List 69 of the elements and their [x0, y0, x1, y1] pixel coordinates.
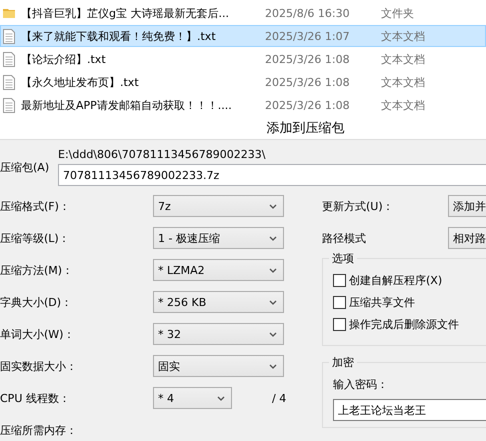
option-checkbox[interactable]: 创建自解压程序(X) — [333, 273, 486, 288]
field-label: 压缩格式(F)： — [0, 198, 71, 214]
path-mode-label: 路径模式 — [322, 230, 367, 246]
dropdown[interactable]: * 32 — [153, 323, 284, 345]
dropdown[interactable]: 固实 — [153, 355, 284, 377]
file-type: 文本文档 — [381, 74, 425, 90]
file-date: 2025/8/6 16:30 — [265, 6, 351, 20]
text-file-icon — [3, 74, 15, 90]
chevron-down-icon — [269, 204, 277, 208]
option-label: 操作完成后删除源文件 — [349, 317, 459, 332]
file-date: 2025/3/26 1:08 — [265, 76, 351, 88]
chevron-down-icon — [217, 396, 225, 400]
file-name: 最新地址及APP请发邮箱自动获取！！！.... — [20, 98, 233, 112]
checkbox[interactable] — [333, 318, 346, 331]
option-checkbox[interactable]: 压缩共享文件 — [333, 295, 486, 310]
chevron-down-icon — [269, 364, 277, 368]
update-mode-dropdown[interactable]: 添加并 — [448, 195, 486, 217]
field-label: 压缩等级(L)： — [0, 230, 71, 246]
file-row[interactable]: 【永久地址发布页】.txt 2025/3/26 1:08 文本文档 — [0, 71, 486, 93]
archive-label: 压缩包(A) — [0, 160, 50, 174]
field-label: 固实数据大小： — [0, 358, 78, 374]
dropdown[interactable]: * 256 KB — [153, 291, 284, 313]
field-label: CPU 线程数： — [0, 390, 71, 406]
file-name: 【论坛介绍】.txt — [20, 52, 107, 66]
file-row[interactable]: 【来了就能下载和观看！纯免费！】.txt 2025/3/26 1:07 文本文档 — [0, 25, 486, 47]
file-name: 【抖音巨乳】芷仪g宝 大诗瑶最新无套后... — [20, 6, 230, 20]
thread-count: / 4 — [272, 392, 286, 404]
chevron-down-icon — [269, 300, 277, 304]
file-date: 2025/3/26 1:07 — [265, 30, 351, 42]
text-file-icon — [3, 52, 15, 66]
file-date: 2025/3/26 1:08 — [265, 52, 351, 66]
field-label: 压缩方法(M)： — [0, 262, 74, 278]
options-legend: 选项 — [329, 251, 357, 266]
chevron-down-icon — [269, 268, 277, 272]
file-date: 2025/3/26 1:08 — [265, 98, 351, 112]
file-type: 文件夹 — [381, 6, 414, 20]
chevron-down-icon — [269, 236, 277, 240]
password-field[interactable]: 上老王论坛当老王 — [333, 399, 486, 421]
file-name: 【来了就能下载和观看！纯免费！】.txt — [20, 28, 217, 44]
update-mode-label: 更新方式(U)： — [322, 198, 395, 214]
text-file-icon — [3, 98, 15, 112]
password-label: 输入密码： — [333, 377, 389, 392]
file-type: 文本文档 — [381, 98, 425, 112]
dropdown[interactable]: 1 - 极速压缩 — [153, 227, 284, 249]
file-type: 文本文档 — [381, 52, 425, 66]
field-label: 字典大小(D)： — [0, 294, 74, 310]
dropdown[interactable]: 7z — [153, 195, 284, 217]
dropdown[interactable]: * 4 — [153, 387, 232, 409]
checkbox[interactable] — [333, 274, 346, 287]
folder-icon — [2, 6, 16, 20]
archive-path: E:\ddd\806\70781113456789002233\ — [58, 148, 266, 161]
file-row[interactable]: 【论坛介绍】.txt 2025/3/26 1:08 文本文档 — [0, 48, 486, 70]
path-mode-dropdown[interactable]: 相对路 — [448, 227, 486, 249]
field-label: 压缩所需内存： — [0, 422, 78, 438]
encryption-legend: 加密 — [329, 355, 357, 370]
text-file-icon — [3, 28, 15, 44]
option-label: 压缩共享文件 — [349, 295, 415, 310]
chevron-down-icon — [269, 332, 277, 336]
file-row[interactable]: 最新地址及APP请发邮箱自动获取！！！.... 2025/3/26 1:08 文本文档 — [0, 94, 486, 116]
file-name: 【永久地址发布页】.txt — [20, 74, 140, 90]
file-row[interactable]: 【抖音巨乳】芷仪g宝 大诗瑶最新无套后... 2025/8/6 16:30 文件夹 — [0, 2, 486, 24]
option-label: 创建自解压程序(X) — [349, 273, 442, 288]
dropdown[interactable]: * LZMA2 — [153, 259, 284, 281]
archive-name-field[interactable]: 70781113456789002233.7z — [58, 164, 486, 186]
dialog-title: 添加到压缩包 — [266, 120, 344, 137]
option-checkbox[interactable]: 操作完成后删除源文件 — [333, 317, 486, 332]
checkbox[interactable] — [333, 296, 346, 309]
file-type: 文本文档 — [381, 28, 425, 44]
field-label: 单词大小(W)： — [0, 326, 76, 342]
